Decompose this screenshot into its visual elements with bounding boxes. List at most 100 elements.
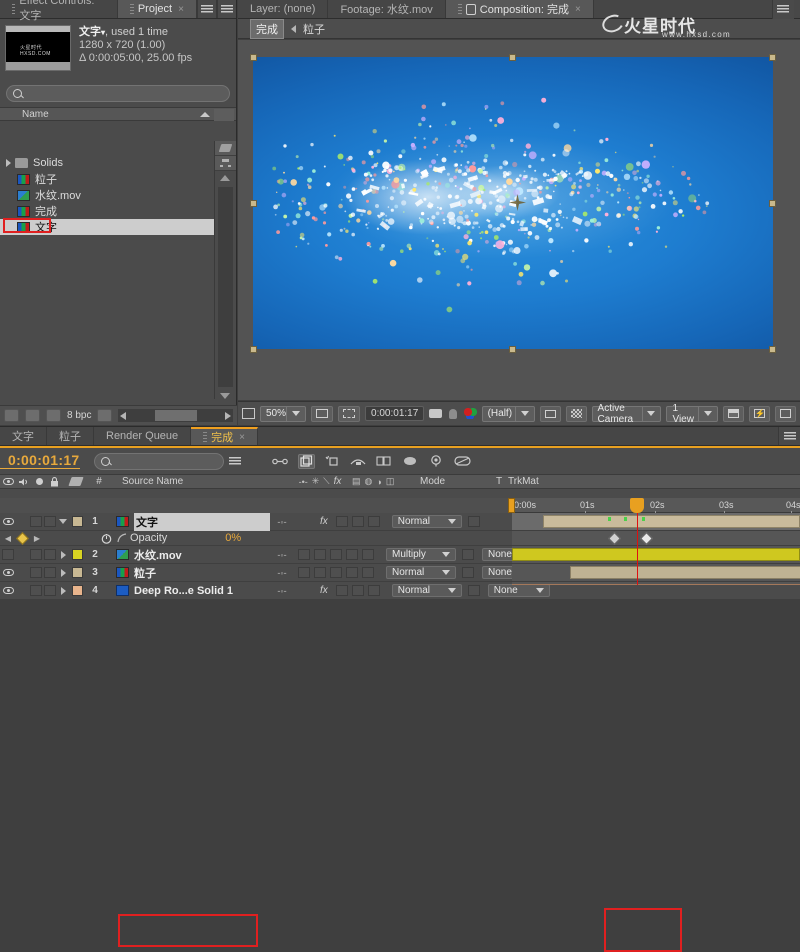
composition-canvas-area[interactable]: (function(){ var g=document.getElementBy… — [238, 40, 800, 400]
layer-label-color[interactable] — [72, 516, 83, 527]
stopwatch-icon[interactable] — [98, 533, 114, 544]
blend-mode-select[interactable]: Normal — [392, 584, 462, 597]
motion-blur-icon[interactable] — [350, 454, 367, 469]
video-visibility-toggle[interactable] — [0, 518, 16, 525]
snapshot-icon[interactable] — [429, 406, 442, 421]
project-search-input[interactable] — [6, 85, 230, 102]
panel-menu-icon[interactable] — [772, 0, 794, 19]
keyframe-marker[interactable] — [608, 532, 621, 545]
channel-rgb-icon[interactable] — [464, 406, 477, 421]
column-header-t[interactable]: T — [490, 474, 508, 489]
column-header-trkmat[interactable]: TrkMat — [508, 474, 568, 489]
layer-label-color[interactable] — [72, 585, 83, 596]
column-header-number[interactable]: # — [90, 474, 108, 489]
scroll-left-icon[interactable] — [120, 412, 126, 420]
work-area-start-handle[interactable] — [508, 498, 515, 513]
lock-toggle[interactable] — [44, 549, 56, 560]
parent-switch[interactable]: -◦- — [270, 586, 294, 596]
frame-blend-toggle[interactable] — [336, 516, 348, 527]
adjustment-toggle[interactable] — [368, 516, 380, 527]
brainstorm-icon[interactable] — [402, 454, 419, 469]
blend-mode-select[interactable]: Normal — [386, 566, 456, 579]
layer-bar-1[interactable] — [543, 515, 800, 528]
timeline-toggle-icon[interactable] — [775, 406, 796, 422]
lock-toggle[interactable] — [44, 567, 56, 578]
tab-footage[interactable]: Footage: 水纹.mov — [328, 0, 445, 18]
resize-handle-mr[interactable] — [769, 200, 776, 207]
project-list-item-wenzi[interactable]: 文字 — [0, 219, 214, 235]
time-ruler[interactable]: 0:00s 01s 02s 03s 04s — [512, 498, 800, 513]
current-time-display[interactable]: 0:00:01:17 — [365, 406, 424, 421]
tab-render-queue[interactable]: Render Queue — [94, 427, 191, 445]
project-list-item-shuiwen[interactable]: 水纹.mov — [0, 187, 214, 203]
zoom-level-select[interactable]: 50% — [260, 406, 306, 422]
breadcrumb-current[interactable]: 粒子 — [303, 21, 325, 37]
tab-timeline-wenzi[interactable]: 文字 — [0, 427, 47, 445]
project-horizontal-scrollbar[interactable] — [118, 409, 233, 422]
hide-shy-layers-icon[interactable] — [324, 454, 341, 469]
motion-blur-toggle[interactable] — [346, 567, 358, 578]
parent-switch[interactable]: -◦- — [270, 550, 294, 560]
adjustment-toggle[interactable] — [362, 549, 374, 560]
layer-label-color[interactable] — [72, 549, 83, 560]
layer-expand-toggle[interactable] — [58, 551, 68, 559]
resize-handle-bc[interactable] — [509, 346, 516, 353]
lock-icon[interactable] — [466, 4, 476, 15]
resize-handle-tr[interactable] — [769, 54, 776, 61]
panel-collapse-icon[interactable] — [217, 0, 236, 18]
parent-switch[interactable]: -◦- — [270, 568, 294, 578]
camera-view-select[interactable]: Active Camera — [592, 406, 662, 422]
timeline-playhead[interactable] — [637, 498, 638, 585]
resize-handle-br[interactable] — [769, 346, 776, 353]
blend-mode-select[interactable]: Normal — [392, 515, 462, 528]
resize-handle-ml[interactable] — [250, 200, 257, 207]
region-icon[interactable] — [540, 406, 561, 422]
project-list-item-lizi[interactable]: 粒子 — [0, 171, 214, 187]
auto-keyframe-icon[interactable] — [454, 454, 471, 469]
always-preview-icon[interactable] — [242, 406, 255, 421]
graph-editor-icon[interactable] — [428, 454, 445, 469]
layer-bar-2[interactable] — [512, 548, 800, 561]
panel-menu-icon[interactable] — [197, 0, 216, 18]
lock-toggle[interactable] — [44, 516, 56, 527]
lock-toggle[interactable] — [44, 585, 56, 596]
effects-switch[interactable]: fx — [320, 585, 328, 596]
collapse-toggle[interactable] — [298, 567, 310, 578]
next-keyframe-icon[interactable]: ▶ — [29, 534, 45, 543]
layer-bar-3[interactable] — [570, 566, 800, 579]
sort-ascending-icon[interactable] — [200, 112, 210, 117]
collapse-toggle[interactable] — [298, 549, 310, 560]
video-visibility-toggle[interactable] — [0, 569, 16, 576]
scroll-up-icon[interactable] — [220, 175, 230, 181]
solo-toggle[interactable] — [30, 567, 42, 578]
frame-blending-icon[interactable] — [376, 454, 393, 469]
transparency-grid-icon[interactable] — [566, 406, 587, 422]
delete-icon[interactable] — [97, 409, 112, 422]
panel-menu-icon[interactable] — [778, 427, 800, 445]
tab-timeline-lizi[interactable]: 粒子 — [47, 427, 94, 445]
project-list-item-wancheng[interactable]: 完成 — [0, 203, 214, 219]
project-scrollbar[interactable] — [218, 187, 233, 387]
preserve-transparency-toggle[interactable] — [468, 585, 480, 596]
layer-label-color[interactable] — [72, 567, 83, 578]
draft-3d-icon[interactable] — [298, 454, 315, 469]
adjustment-toggle[interactable] — [362, 567, 374, 578]
resolution-select[interactable]: (Half) — [482, 406, 535, 422]
composition-mini-flowchart-icon[interactable] — [272, 454, 289, 469]
breadcrumb-root[interactable]: 完成 — [250, 19, 284, 39]
keyframe-indicator-icon[interactable] — [16, 534, 29, 543]
chevron-right-icon[interactable] — [6, 159, 11, 167]
grid-guides-icon[interactable] — [311, 406, 333, 422]
video-visibility-toggle[interactable] — [0, 587, 16, 594]
scroll-down-icon[interactable] — [220, 393, 230, 399]
motion-blur-toggle[interactable] — [352, 585, 364, 596]
tab-effect-controls[interactable]: Effect Controls: 文字 — [0, 0, 118, 18]
quality-toggle[interactable] — [314, 567, 326, 578]
column-header-name[interactable]: Name — [0, 109, 49, 120]
resize-handle-tc[interactable] — [509, 54, 516, 61]
playhead-handle-icon[interactable] — [630, 498, 644, 513]
keyframe-marker[interactable] — [640, 532, 653, 545]
hierarchy-icon[interactable] — [215, 156, 236, 171]
track-matte-select[interactable]: None — [488, 584, 550, 597]
timeline-graph-area[interactable] — [512, 513, 800, 585]
